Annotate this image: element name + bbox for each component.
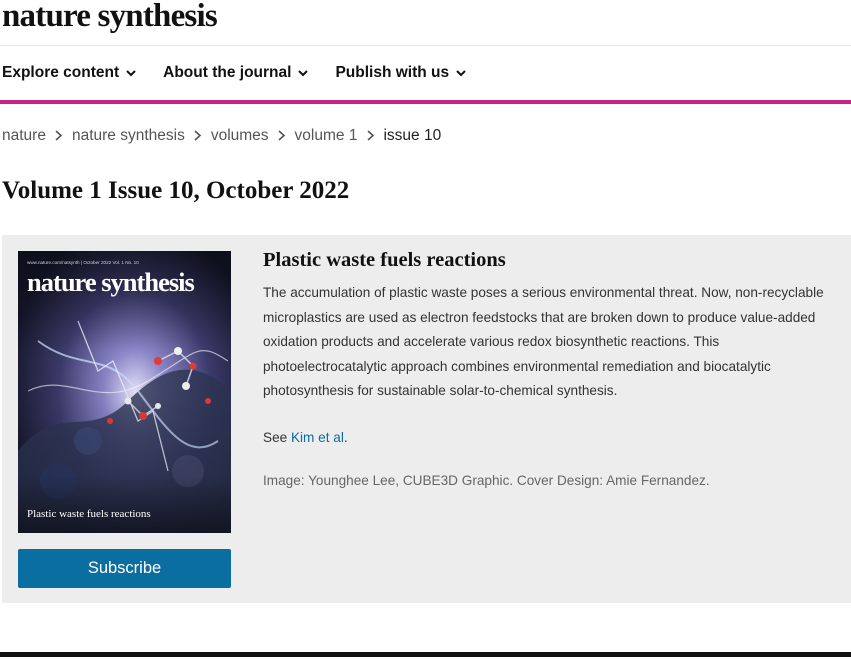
breadcrumb-current-issue: issue 10 xyxy=(383,127,442,144)
nav-explore-content[interactable]: Explore content xyxy=(2,64,137,82)
breadcrumb-nature[interactable]: nature xyxy=(2,127,46,145)
feature-headline: Plastic waste fuels reactions xyxy=(263,249,506,271)
page-title: Volume 1 Issue 10, October 2022 xyxy=(2,177,350,204)
breadcrumb-nature-synthesis[interactable]: nature synthesis xyxy=(72,127,185,145)
nav-about-the-journal[interactable]: About the journal xyxy=(163,64,309,82)
feature-text: Plastic waste fuels reactions The accumu… xyxy=(263,249,843,488)
cover-image[interactable]: www.nature.com/natsynth | October 2022 V… xyxy=(18,251,231,533)
breadcrumb-volumes[interactable]: volumes xyxy=(211,127,269,145)
see-prefix: See xyxy=(263,429,291,445)
article-link[interactable]: Kim et al xyxy=(291,430,344,445)
cover-masthead: nature synthesis xyxy=(27,267,195,297)
accent-bar xyxy=(0,100,851,104)
nav-label: Publish with us xyxy=(335,64,450,81)
breadcrumb-volume-1[interactable]: volume 1 xyxy=(295,127,358,145)
nav-label: About the journal xyxy=(163,64,292,81)
main-nav: Explore content About the journal Publis… xyxy=(2,64,467,82)
cover-caption: Plastic waste fuels reactions xyxy=(27,508,151,520)
image-credit: Image: Younghee Lee, CUBE3D Graphic. Cov… xyxy=(263,472,710,488)
chevron-right-icon xyxy=(185,127,211,145)
issue-feature-panel: www.nature.com/natsynth | October 2022 V… xyxy=(2,235,851,603)
chevron-down-icon xyxy=(126,70,136,77)
nav-publish-with-us[interactable]: Publish with us xyxy=(335,64,467,82)
see-reference: See Kim et al. xyxy=(263,430,843,445)
chevron-down-icon xyxy=(298,70,309,77)
breadcrumb: nature nature synthesis volumes volume 1… xyxy=(2,127,441,145)
feature-description: The accumulation of plastic waste poses … xyxy=(263,285,824,398)
journal-logo[interactable]: nature synthesis xyxy=(2,0,218,35)
see-suffix: . xyxy=(343,429,348,445)
nav-label: Explore content xyxy=(2,64,120,81)
cover-issue-line: www.nature.com/natsynth | October 2022 V… xyxy=(27,260,139,265)
header-divider xyxy=(0,45,851,46)
subscribe-button[interactable]: Subscribe xyxy=(18,549,231,588)
footer-divider xyxy=(0,652,851,657)
chevron-right-icon xyxy=(357,127,383,145)
chevron-right-icon xyxy=(269,127,295,145)
chevron-right-icon xyxy=(46,127,72,145)
chevron-down-icon xyxy=(456,70,466,77)
